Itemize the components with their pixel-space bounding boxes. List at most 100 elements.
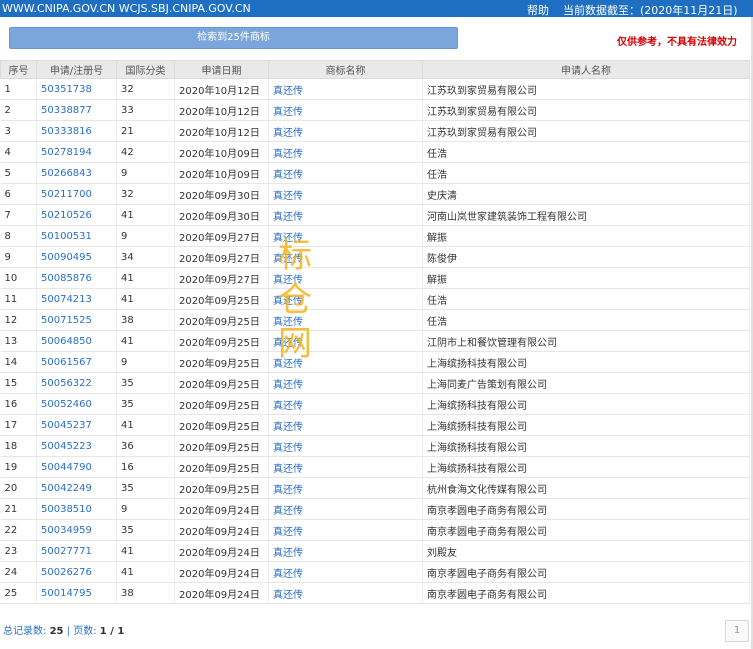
table-row[interactable]: 6 50211700 32 2020年09月30日 真还传 史庆清 (0, 183, 750, 205)
trademark-name-link[interactable]: 真还传 (268, 78, 423, 100)
reg-number-link[interactable]: 50338877 (36, 99, 117, 121)
table-header-row: 序号 申请/注册号 国际分类 申请日期 商标名称 申请人名称 (0, 60, 750, 79)
table-row[interactable]: 12 50071525 38 2020年09月25日 真还传 任浩 (0, 309, 750, 331)
table-row[interactable]: 5 50266843 9 2020年10月09日 真还传 任浩 (0, 162, 750, 184)
trademark-name-link[interactable]: 真还传 (268, 162, 423, 184)
applicant-cell: 史庆清 (422, 183, 750, 205)
trademark-name-link[interactable]: 真还传 (268, 414, 423, 436)
trademark-name-link[interactable]: 真还传 (268, 519, 423, 541)
reg-number-link[interactable]: 50042249 (36, 477, 117, 499)
reg-number-link[interactable]: 50351738 (36, 78, 117, 100)
trademark-name-link[interactable]: 真还传 (268, 120, 423, 142)
column-header-applicant[interactable]: 申请人名称 (422, 60, 750, 79)
reg-number-link[interactable]: 50014795 (36, 582, 117, 604)
table-row[interactable]: 1 50351738 32 2020年10月12日 真还传 江苏玖到家贸易有限公司 (0, 78, 750, 100)
trademark-name-link[interactable]: 真还传 (268, 351, 423, 373)
table-row[interactable]: 23 50027771 41 2020年09月24日 真还传 刘殿友 (0, 540, 750, 562)
class-cell: 42 (116, 141, 175, 163)
table-row[interactable]: 16 50052460 35 2020年09月25日 真还传 上海缤扬科技有限公司 (0, 393, 750, 415)
reg-number-link[interactable]: 50090495 (36, 246, 117, 268)
reg-number-link[interactable]: 50038510 (36, 498, 117, 520)
date-cell: 2020年09月27日 (174, 246, 269, 268)
disclaimer-text: 仅供参考，不具有法律效力 (617, 37, 737, 48)
trademark-name-link[interactable]: 真还传 (268, 204, 423, 226)
table-row[interactable]: 24 50026276 41 2020年09月24日 真还传 南京孝圆电子商务有限公司 (0, 561, 750, 583)
trademark-name-link[interactable]: 真还传 (268, 288, 423, 310)
date-cell: 2020年09月25日 (174, 435, 269, 457)
reg-number-link[interactable]: 50056322 (36, 372, 117, 394)
data-date-info: 当前数据截至：(2020年11月21日) (563, 2, 738, 18)
reg-number-link[interactable]: 50045223 (36, 435, 117, 457)
table-row[interactable]: 8 50100531 9 2020年09月27日 真还传 解振 (0, 225, 750, 247)
trademark-name-link[interactable]: 真还传 (268, 498, 423, 520)
reg-number-link[interactable]: 50085876 (36, 267, 117, 289)
reg-number-link[interactable]: 50034959 (36, 519, 117, 541)
trademark-name-link[interactable]: 真还传 (268, 540, 423, 562)
reg-number-link[interactable]: 50052460 (36, 393, 117, 415)
table-row[interactable]: 10 50085876 41 2020年09月27日 真还传 解振 (0, 267, 750, 289)
column-header-class[interactable]: 国际分类 (116, 60, 175, 79)
reg-number-link[interactable]: 50074213 (36, 288, 117, 310)
table-row[interactable]: 2 50338877 33 2020年10月12日 真还传 江苏玖到家贸易有限公司 (0, 99, 750, 121)
date-cell: 2020年09月30日 (174, 183, 269, 205)
table-row[interactable]: 3 50333816 21 2020年10月12日 真还传 江苏玖到家贸易有限公司 (0, 120, 750, 142)
trademark-name-link[interactable]: 真还传 (268, 456, 423, 478)
applicant-cell: 江苏玖到家贸易有限公司 (422, 99, 750, 121)
table-row[interactable]: 9 50090495 34 2020年09月27日 真还传 陈俊伊 (0, 246, 750, 268)
table-row[interactable]: 4 50278194 42 2020年10月09日 真还传 任浩 (0, 141, 750, 163)
reg-number-link[interactable]: 50026276 (36, 561, 117, 583)
table-row[interactable]: 14 50061567 9 2020年09月25日 真还传 上海缤扬科技有限公司 (0, 351, 750, 373)
class-cell: 32 (116, 78, 175, 100)
table-row[interactable]: 15 50056322 35 2020年09月25日 真还传 上海同麦广告策划有限公司 (0, 372, 750, 394)
trademark-name-link[interactable]: 真还传 (268, 246, 423, 268)
applicant-cell: 上海缤扬科技有限公司 (422, 351, 750, 373)
reg-number-link[interactable]: 50071525 (36, 309, 117, 331)
column-header-trademark[interactable]: 商标名称 (268, 60, 423, 79)
column-header-reg-number[interactable]: 申请/注册号 (36, 60, 117, 79)
table-row[interactable]: 25 50014795 38 2020年09月24日 真还传 南京孝圆电子商务有限公司 (0, 582, 750, 604)
table-row[interactable]: 13 50064850 41 2020年09月25日 真还传 江阴市上和餐饮管理有限公司 (0, 330, 750, 352)
trademark-name-link[interactable]: 真还传 (268, 372, 423, 394)
trademark-name-link[interactable]: 真还传 (268, 225, 423, 247)
class-cell: 35 (116, 372, 175, 394)
site-url: WWW.CNIPA.GOV.CN WCJS.SBJ.CNIPA.GOV.CN (2, 2, 251, 15)
table-row[interactable]: 11 50074213 41 2020年09月25日 真还传 任浩 (0, 288, 750, 310)
trademark-name-link[interactable]: 真还传 (268, 99, 423, 121)
page-button[interactable]: 1 (725, 620, 749, 642)
reg-number-link[interactable]: 50044790 (36, 456, 117, 478)
trademark-name-link[interactable]: 真还传 (268, 330, 423, 352)
reg-number-link[interactable]: 50061567 (36, 351, 117, 373)
table-row[interactable]: 7 50210526 41 2020年09月30日 真还传 河南山岚世家建筑装饰工程有限公… (0, 204, 750, 226)
reg-number-link[interactable]: 50027771 (36, 540, 117, 562)
help-link[interactable]: 帮助 (527, 2, 549, 18)
reg-number-link[interactable]: 50333816 (36, 120, 117, 142)
column-header-index[interactable]: 序号 (0, 60, 37, 79)
table-row[interactable]: 18 50045223 36 2020年09月25日 真还传 上海缤扬科技有限公司 (0, 435, 750, 457)
reg-number-link[interactable]: 50211700 (36, 183, 117, 205)
trademark-name-link[interactable]: 真还传 (268, 141, 423, 163)
reg-number-link[interactable]: 50045237 (36, 414, 117, 436)
reg-number-link[interactable]: 50100531 (36, 225, 117, 247)
reg-number-link[interactable]: 50278194 (36, 141, 117, 163)
column-header-date[interactable]: 申请日期 (174, 60, 269, 79)
trademark-name-link[interactable]: 真还传 (268, 183, 423, 205)
trademark-name-link[interactable]: 真还传 (268, 477, 423, 499)
trademark-name-link[interactable]: 真还传 (268, 267, 423, 289)
class-cell: 9 (116, 498, 175, 520)
reg-number-link[interactable]: 50064850 (36, 330, 117, 352)
table-row[interactable]: 19 50044790 16 2020年09月25日 真还传 上海缤扬科技有限公司 (0, 456, 750, 478)
search-result-button[interactable]: 检索到25件商标 (9, 27, 458, 49)
table-row[interactable]: 22 50034959 35 2020年09月24日 真还传 南京孝圆电子商务有限公司 (0, 519, 750, 541)
trademark-name-link[interactable]: 真还传 (268, 393, 423, 415)
table-row[interactable]: 17 50045237 41 2020年09月25日 真还传 上海缤扬科技有限公司 (0, 414, 750, 436)
trademark-name-link[interactable]: 真还传 (268, 309, 423, 331)
trademark-name-link[interactable]: 真还传 (268, 582, 423, 604)
class-cell: 41 (116, 204, 175, 226)
table-row[interactable]: 20 50042249 35 2020年09月25日 真还传 杭州食海文化传媒有限公司 (0, 477, 750, 499)
reg-number-link[interactable]: 50266843 (36, 162, 117, 184)
applicant-cell: 任浩 (422, 141, 750, 163)
table-row[interactable]: 21 50038510 9 2020年09月24日 真还传 南京孝圆电子商务有限公司 (0, 498, 750, 520)
reg-number-link[interactable]: 50210526 (36, 204, 117, 226)
trademark-name-link[interactable]: 真还传 (268, 435, 423, 457)
trademark-name-link[interactable]: 真还传 (268, 561, 423, 583)
